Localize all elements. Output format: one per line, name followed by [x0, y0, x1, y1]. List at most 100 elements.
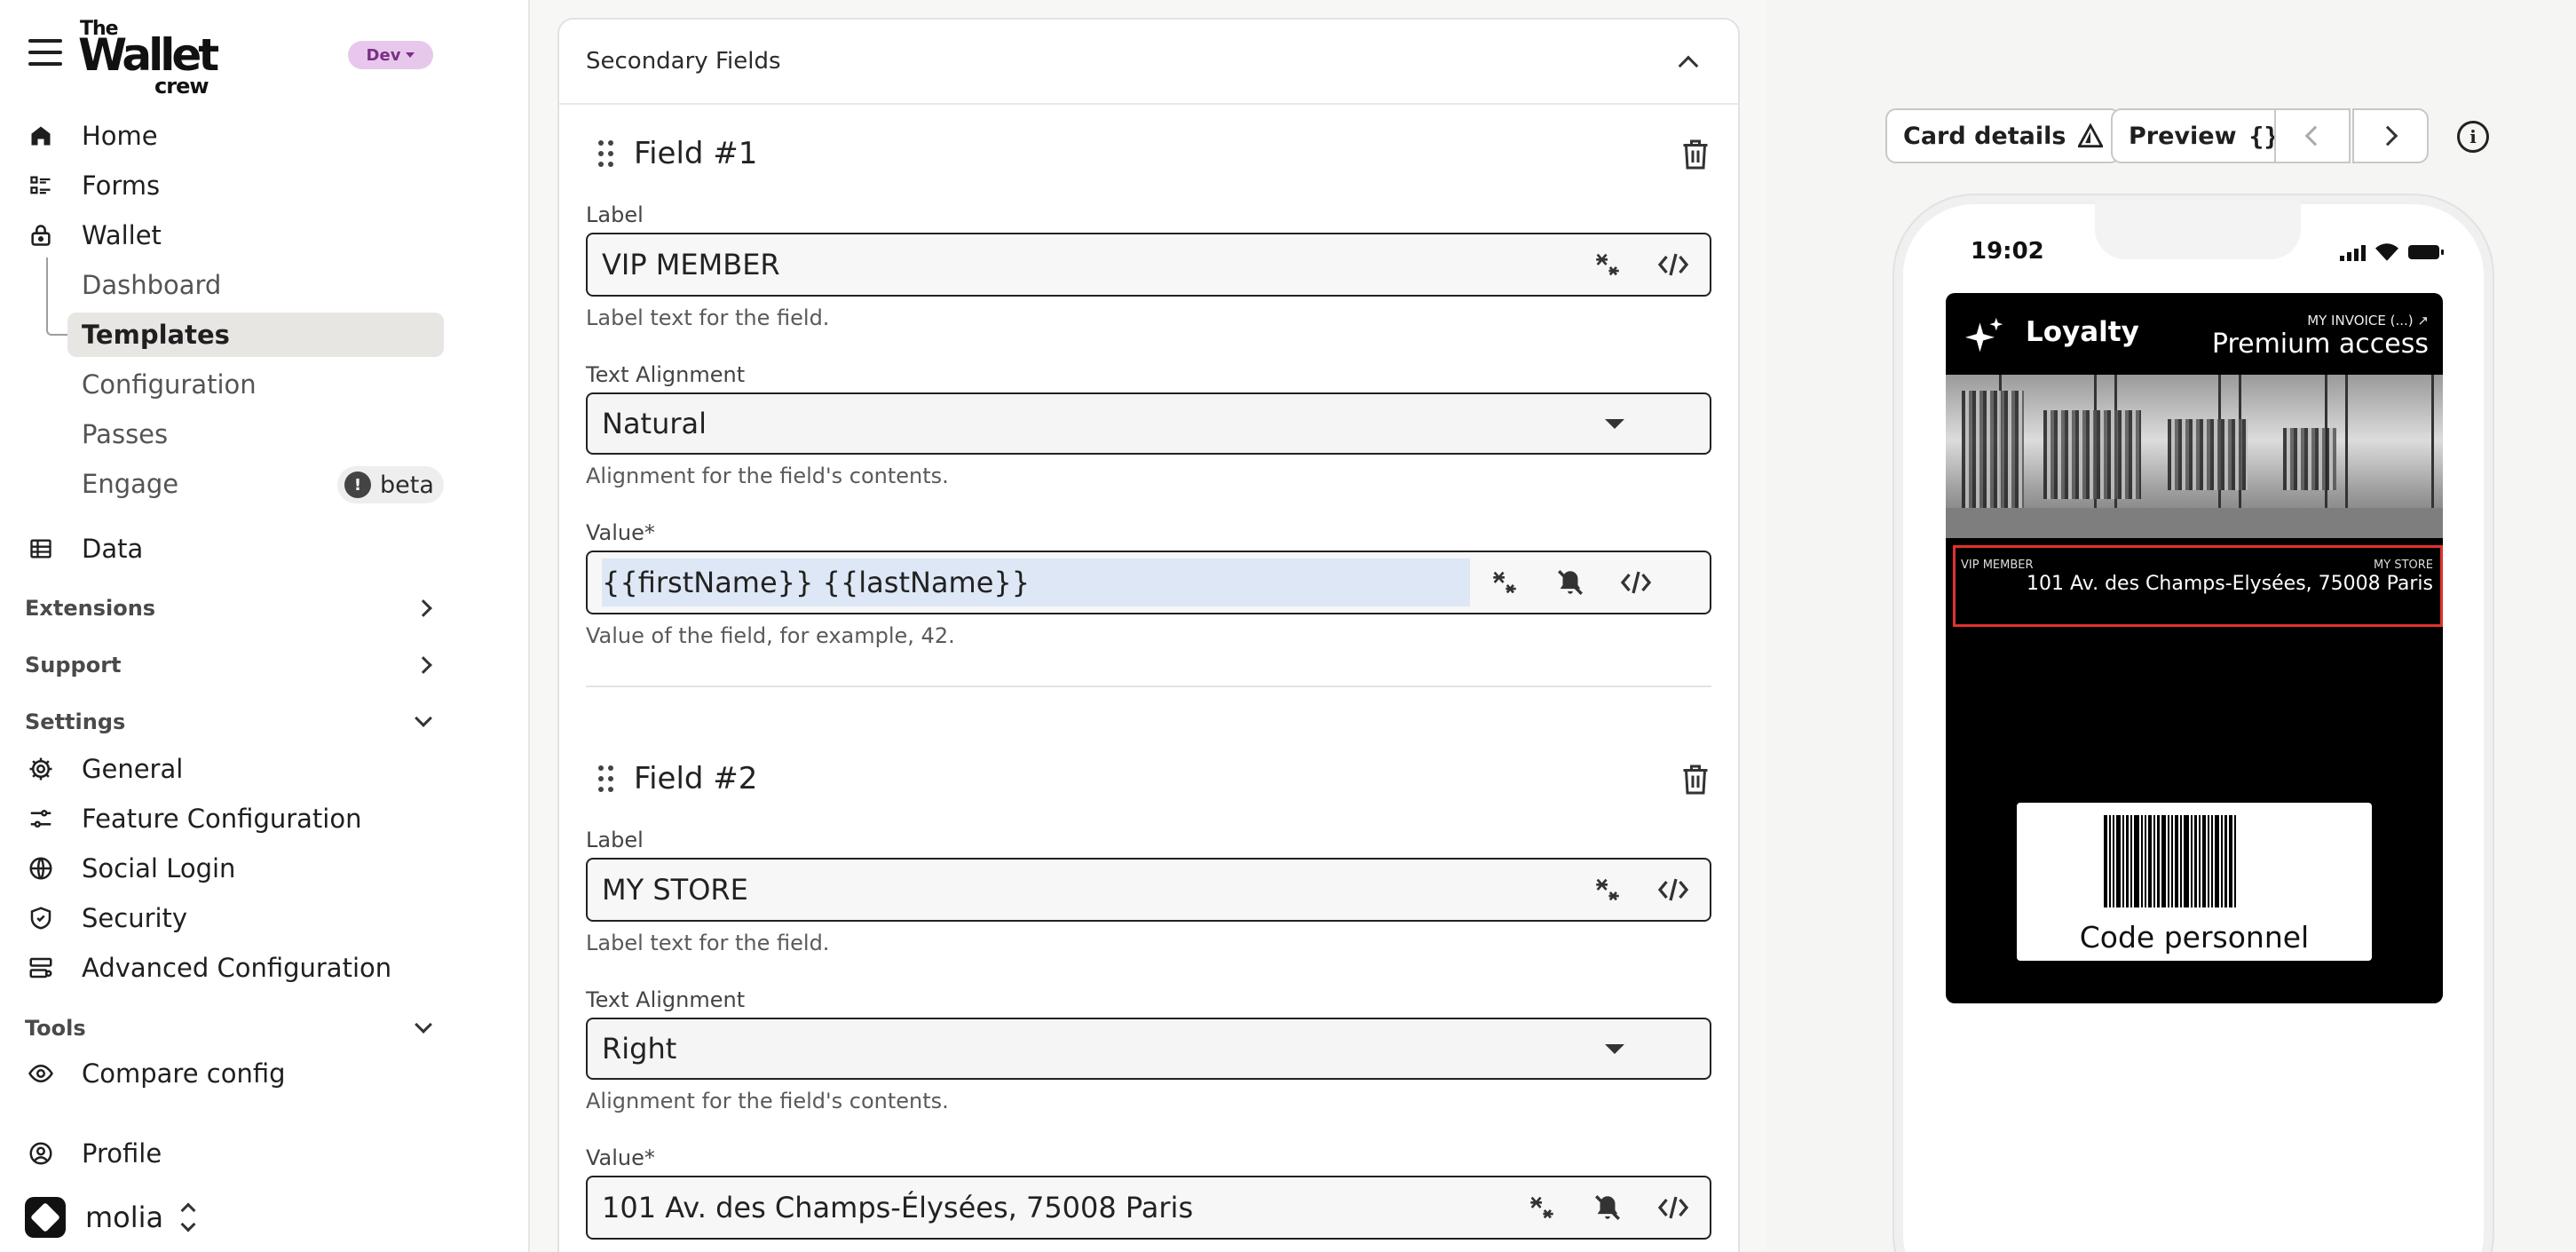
- nav-item-engage[interactable]: Engage: [82, 462, 178, 506]
- environment-label: Dev: [366, 45, 401, 65]
- section-label: Extensions: [25, 596, 156, 621]
- nav-item-templates[interactable]: Templates: [67, 313, 444, 357]
- pass-strip-image: [1946, 375, 2443, 538]
- code-icon[interactable]: [1656, 1191, 1690, 1224]
- nav-item-dashboard[interactable]: Dashboard: [82, 263, 221, 307]
- nav-item-data[interactable]: Data: [25, 527, 143, 571]
- section-settings[interactable]: Settings: [25, 704, 442, 740]
- drag-handle-icon[interactable]: [598, 140, 616, 167]
- drag-handle-icon[interactable]: [598, 765, 616, 792]
- pass-header: Loyalty MY INVOICE (...) ↗ Premium acces…: [1946, 293, 2443, 375]
- code-icon[interactable]: [1656, 873, 1690, 907]
- chevron-right-icon: [415, 656, 432, 674]
- nav-item-compare-config[interactable]: Compare config: [25, 1051, 286, 1096]
- organization-name: molia: [85, 1200, 164, 1234]
- phone-notch: [2095, 201, 2301, 259]
- gear-icon: [25, 753, 57, 785]
- chevron-right-icon: [2377, 125, 2398, 147]
- shield-icon: [25, 902, 57, 934]
- field-1-value-input[interactable]: {{firstName}} {{lastName}}: [586, 551, 1711, 614]
- nav-label: Data: [82, 534, 144, 564]
- code-icon[interactable]: [1656, 248, 1690, 281]
- translate-icon[interactable]: [1591, 873, 1624, 907]
- nav-item-profile[interactable]: Profile: [25, 1131, 504, 1176]
- nav-item-feature-configuration[interactable]: Feature Configuration: [25, 796, 361, 841]
- bell-off-icon[interactable]: [1591, 1191, 1624, 1224]
- nav-item-wallet[interactable]: Wallet: [25, 213, 162, 258]
- label-caption: Label: [586, 202, 644, 227]
- section-support[interactable]: Support: [25, 647, 442, 683]
- nav-item-home[interactable]: Home: [25, 114, 158, 158]
- section-label: Settings: [25, 709, 126, 734]
- delete-field-2-button[interactable]: [1679, 762, 1711, 797]
- nav-item-configuration[interactable]: Configuration: [82, 362, 257, 407]
- user-icon: [25, 1137, 57, 1169]
- chevron-down-icon: [415, 709, 432, 727]
- chevron-left-icon: [2304, 125, 2326, 147]
- helper-text: Label text for the field.: [586, 931, 830, 955]
- helper-text: Alignment for the field's contents.: [586, 1089, 949, 1113]
- field-1-label-input[interactable]: VIP MEMBER: [586, 233, 1711, 297]
- environment-selector[interactable]: Dev: [348, 41, 433, 69]
- chevron-down-icon: [415, 1016, 432, 1034]
- alignment-caption: Text Alignment: [586, 362, 746, 387]
- table-icon: [25, 533, 57, 565]
- globe-icon: [25, 852, 57, 884]
- translate-icon[interactable]: [1525, 1191, 1559, 1224]
- translate-icon[interactable]: [1488, 566, 1521, 599]
- delete-field-1-button[interactable]: [1679, 137, 1711, 172]
- caret-down-icon: [406, 52, 415, 58]
- input-value: MY STORE: [602, 873, 748, 907]
- header-field-label: MY INVOICE (...) ↗: [2307, 313, 2429, 329]
- bell-off-icon[interactable]: [1553, 566, 1587, 599]
- nav-item-forms[interactable]: Forms: [25, 163, 160, 208]
- nav-label: Advanced Configuration: [82, 953, 392, 983]
- translate-icon[interactable]: [1591, 248, 1624, 281]
- barcode-alt-text: Code personnel: [2079, 920, 2310, 955]
- helper-text: Alignment for the field's contents.: [586, 464, 949, 488]
- gear-icon: !: [344, 471, 371, 498]
- field-title: Field #2: [634, 761, 758, 796]
- nav-label: Wallet: [82, 220, 162, 250]
- select-value: Right: [602, 1032, 677, 1066]
- field-1-alignment-select[interactable]: Natural: [586, 392, 1711, 455]
- section-tools[interactable]: Tools: [25, 1010, 442, 1046]
- trash-icon: [1683, 139, 1708, 170]
- field-2-label-input[interactable]: MY STORE: [586, 858, 1711, 922]
- nav-label: Compare config: [82, 1058, 286, 1089]
- info-icon[interactable]: i: [2457, 121, 2489, 153]
- preview-button[interactable]: Preview {}: [2111, 108, 2279, 163]
- section-extensions[interactable]: Extensions: [25, 590, 442, 626]
- menu-icon[interactable]: [28, 39, 62, 66]
- button-label: Card details: [1903, 122, 2066, 150]
- nav-item-advanced-configuration[interactable]: Advanced Configuration: [25, 946, 391, 990]
- field-2-value-input[interactable]: 101 Av. des Champs-Élysées, 75008 Paris: [586, 1176, 1711, 1240]
- app-logo[interactable]: The Wallet crew: [78, 18, 231, 98]
- nav-item-passes[interactable]: Passes: [82, 412, 168, 456]
- chevron-right-icon: [415, 599, 432, 617]
- nav-item-social-login[interactable]: Social Login: [25, 846, 235, 891]
- nav-item-general[interactable]: General: [25, 747, 183, 791]
- sliders-icon: [25, 803, 57, 835]
- nav-label: General: [82, 754, 184, 784]
- next-button[interactable]: [2352, 108, 2429, 163]
- nav-item-security[interactable]: Security: [25, 896, 187, 940]
- divider: [586, 685, 1711, 687]
- home-icon: [25, 120, 57, 152]
- nav-label: Feature Configuration: [82, 804, 362, 834]
- secondary-right-label: MY STORE: [2374, 559, 2433, 572]
- beta-badge: ! beta: [337, 466, 444, 503]
- organization-switcher[interactable]: molia: [25, 1195, 196, 1240]
- field-2-alignment-select[interactable]: Right: [586, 1018, 1711, 1080]
- section-title: Secondary Fields: [586, 48, 781, 75]
- card-details-button[interactable]: Card details: [1885, 108, 2122, 163]
- secondary-fields-row: VIP MEMBER MY STORE 101 Av. des Champs-E…: [1953, 545, 2443, 627]
- previous-button[interactable]: [2274, 108, 2351, 163]
- section-header[interactable]: Secondary Fields: [559, 20, 1738, 105]
- chevron-up-icon[interactable]: [1678, 55, 1699, 76]
- value-caption: Value*: [586, 1145, 655, 1170]
- battery-icon: [2408, 245, 2444, 259]
- code-icon[interactable]: [1619, 566, 1653, 599]
- field-1-header: Field #1: [598, 131, 757, 176]
- caret-down-icon: [1605, 1043, 1624, 1054]
